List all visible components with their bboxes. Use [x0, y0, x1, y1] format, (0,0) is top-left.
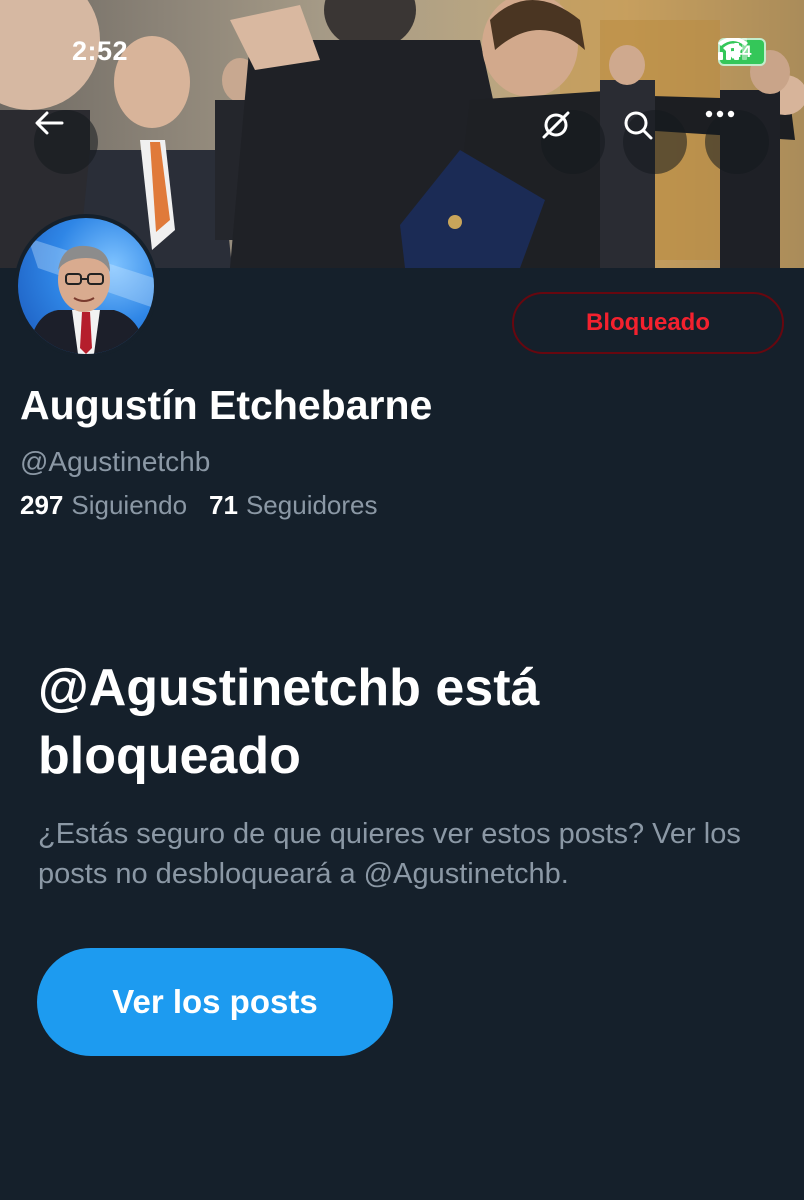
follow-stats: 297 Siguiendo 71 Seguidores — [20, 490, 378, 521]
search-icon — [624, 111, 653, 140]
blocked-notice-title: @Agustinetchb está bloqueado — [38, 659, 540, 785]
followers-link[interactable]: 71 Seguidores — [209, 490, 377, 521]
blocked-notice-body: ¿Estás seguro de que quieres ver estos p… — [38, 818, 741, 890]
more-icon — [705, 110, 735, 118]
followers-label: Seguidores — [245, 490, 378, 520]
search-button[interactable] — [623, 110, 687, 174]
status-icons: 44 — [718, 38, 766, 66]
back-button[interactable] — [34, 110, 98, 174]
more-button[interactable] — [705, 110, 769, 174]
following-count: 297 — [20, 490, 64, 520]
following-label: Siguiendo — [71, 490, 188, 520]
avatar-photo — [18, 218, 154, 354]
grok-icon — [542, 111, 570, 139]
followers-count: 71 — [209, 490, 238, 520]
back-arrow-icon — [35, 111, 64, 135]
wifi-icon — [718, 38, 748, 59]
status-time: 2:52 — [72, 36, 129, 66]
profile-name: Augustín Etchebarne — [20, 382, 433, 428]
profile-avatar[interactable] — [14, 214, 158, 358]
blocked-button[interactable]: Bloqueado — [512, 292, 784, 354]
view-posts-button[interactable]: Ver los posts — [37, 948, 393, 1056]
profile-handle: @Agustinetchb — [20, 446, 211, 477]
following-link[interactable]: 297 Siguiendo — [20, 490, 187, 521]
avatar-person-image — [28, 238, 154, 354]
grok-button[interactable] — [541, 110, 605, 174]
